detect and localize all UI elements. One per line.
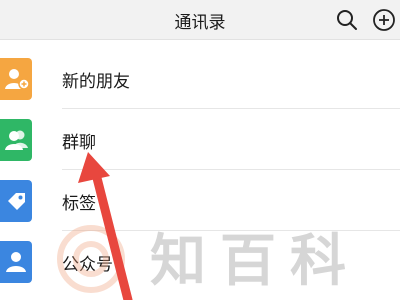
annotation-arrow-icon [78, 152, 133, 300]
